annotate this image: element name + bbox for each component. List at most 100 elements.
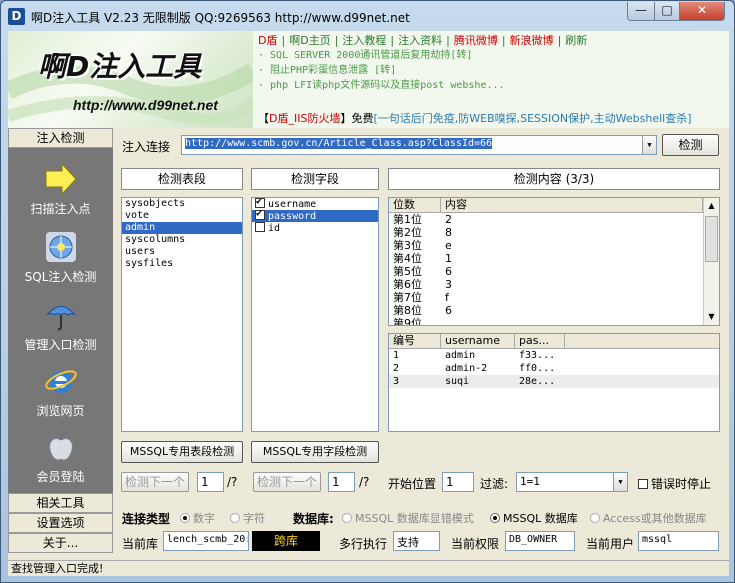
conn-type-label: 连接类型 [122, 512, 171, 526]
banner-nav-link[interactable]: 腾讯微博 [454, 34, 498, 47]
radio-icon[interactable] [230, 513, 240, 523]
table-cell: 1 [445, 252, 452, 265]
checkbox-icon[interactable] [255, 208, 265, 220]
scroll-thumb[interactable] [705, 216, 718, 262]
conn-type-string[interactable]: 字符 [230, 510, 265, 526]
column-header[interactable]: pas... [515, 334, 565, 348]
banner-nav-link[interactable]: 注入教程 [342, 34, 386, 47]
banner-nav-link[interactable]: 刷新 [565, 34, 587, 47]
news-link[interactable]: · 阻止PHP彩蛋信息泄露 [转] [258, 63, 728, 78]
checkbox-icon[interactable] [255, 196, 265, 208]
field-list-item[interactable]: id [252, 222, 378, 234]
table-list-item[interactable]: admin [122, 222, 242, 234]
filter-select[interactable]: 1=1 ▼ [516, 472, 628, 492]
sidebar-item-scan[interactable]: 扫描注入点 [8, 162, 113, 217]
logo-url[interactable]: http://www.d99net.net [73, 97, 218, 113]
sidebar-item-browse[interactable]: 浏览网页 [8, 364, 113, 419]
radio-icon[interactable] [490, 513, 500, 523]
news-link[interactable]: · SQL SERVER 2000通讯管道后复用劫持[转] [258, 48, 728, 63]
checkbox-icon[interactable] [255, 222, 265, 232]
banner-links: D盾 | 啊D主页 | 注入教程 | 注入资料 | 腾讯微博 | 新浪微博 | 刷新 · SQL SER… [258, 33, 728, 93]
cross-db-button[interactable]: 跨库 [252, 531, 320, 551]
minimize-button[interactable]: — [627, 2, 655, 21]
tables-list[interactable]: sysobjects vote admin syscolumns users sysfil… [121, 197, 243, 432]
fields-list[interactable]: usernamepasswordid [251, 196, 379, 432]
table-row[interactable]: 第1位 2 [389, 213, 719, 226]
detect-next-fields-button[interactable]: 检测下一个 [253, 472, 321, 492]
current-user-field[interactable]: mssql [638, 531, 719, 551]
db-option-mssql[interactable]: MSSQL 数据库 [490, 510, 578, 526]
radio-icon[interactable] [590, 513, 600, 523]
start-position-input[interactable]: 1 [442, 472, 474, 492]
radio-icon[interactable] [342, 513, 352, 523]
table-row[interactable]: 第6位 3 [389, 278, 719, 291]
table-row[interactable]: 第3位 e [389, 239, 719, 252]
scroll-down-icon[interactable]: ▼ [704, 309, 719, 325]
chevron-down-icon[interactable]: ▼ [642, 136, 656, 154]
sidebar-item-login[interactable]: 会员登陆 [8, 430, 113, 485]
mssql-table-button[interactable]: MSSQL专用表段检测 [121, 441, 243, 463]
table-row[interactable]: 第7位 f [389, 291, 719, 304]
banner-nav-link[interactable]: 注入资料 [398, 34, 442, 47]
position-grid[interactable]: 位数 内容 第1位 2 第2位 8 第3位 e 第4位 1 第5位 6 第6位 3 第7位 f 第8位 6 第9位… [388, 197, 720, 326]
scroll-up-icon[interactable]: ▲ [704, 198, 719, 214]
column-header[interactable]: 内容 [441, 198, 703, 212]
tab-inject-detect[interactable]: 注入检测 [8, 128, 113, 148]
promo-desc[interactable]: [一句话后门免疫,防WEB嗅探,SESSION保护,主动Webshell查杀] [373, 112, 691, 125]
detect-button[interactable]: 检测 [662, 134, 719, 156]
detect-next-tables-button[interactable]: 检测下一个 [121, 472, 189, 492]
close-button[interactable]: ✕ [679, 2, 725, 21]
table-row[interactable]: 第4位 1 [389, 252, 719, 265]
next-fields-count[interactable]: 1 [328, 472, 355, 492]
maximize-button[interactable]: □ [654, 2, 680, 21]
tab-related-tools[interactable]: 相关工具 [8, 493, 113, 513]
db-option-mssql-error[interactable]: MSSQL 数据库显错模式 [342, 510, 474, 526]
table-row[interactable]: 第5位 6 [389, 265, 719, 278]
table-list-item[interactable]: syscolumns [122, 234, 242, 246]
nav-separator: | [281, 34, 286, 47]
next-fields-suffix: /? [359, 475, 370, 489]
permission-field[interactable]: DB_OWNER [505, 531, 575, 551]
checkbox-icon[interactable] [638, 479, 648, 489]
table-row[interactable]: 第8位 6 [389, 304, 719, 317]
table-list-item[interactable]: users [122, 246, 242, 258]
db-option-access[interactable]: Access或其他数据库 [590, 510, 707, 526]
mssql-field-button[interactable]: MSSQL专用字段检测 [251, 441, 379, 463]
table-row[interactable]: 第2位 8 [389, 226, 719, 239]
stop-on-error-checkbox[interactable]: 错误时停止 [638, 475, 711, 492]
promo-product[interactable]: D盾_IIS防火墙 [269, 112, 340, 125]
chevron-down-icon[interactable]: ▼ [613, 473, 627, 491]
results-grid[interactable]: 编号 username pas... 1 admin f33... 2 admin-2 ff0.… [388, 333, 720, 432]
multi-exec-field[interactable]: 支持 [393, 531, 440, 551]
tab-settings[interactable]: 设置选项 [8, 513, 113, 533]
table-list-item[interactable]: sysobjects [122, 198, 242, 210]
table-list-item[interactable]: vote [122, 210, 242, 222]
field-list-item[interactable]: password [252, 208, 378, 222]
column-header[interactable]: 编号 [389, 334, 441, 348]
title-bar[interactable]: D 啊D注入工具 V2.23 无限制版 QQ:9269563 http://ww… [1, 1, 734, 31]
field-list-item[interactable]: username [252, 196, 378, 210]
banner-nav-link[interactable]: D盾 [258, 34, 277, 47]
banner-nav-link[interactable]: 啊D主页 [289, 34, 330, 47]
sidebar-item-admin[interactable]: 管理入口检测 [8, 298, 113, 353]
table-row[interactable]: 1 admin f33... [389, 349, 719, 362]
sidebar-item-sql[interactable]: SQL注入检测 [8, 230, 113, 285]
news-link[interactable]: · php LFI读php文件源码以及直接post webshe... [258, 78, 728, 93]
position-grid-scrollbar[interactable]: ▲ ▼ [703, 198, 719, 325]
promo-line[interactable]: 【D盾_IIS防火墙】免费[一句话后门免疫,防WEB嗅探,SESSION保护,主… [258, 110, 692, 126]
table-cell: e [445, 239, 452, 252]
tab-about[interactable]: 关于... [8, 533, 113, 553]
table-cell: 第5位 [393, 265, 422, 278]
column-header[interactable]: username [441, 334, 515, 348]
table-row[interactable]: 2 admin-2 ff0... [389, 362, 719, 375]
current-db-field[interactable]: lench_scmb_20: [163, 531, 249, 551]
table-row[interactable]: 3 suqi 28e... [389, 375, 719, 388]
banner-nav-link[interactable]: 新浪微博 [510, 34, 554, 47]
column-header[interactable]: 位数 [389, 198, 441, 212]
radio-icon[interactable] [180, 513, 190, 523]
table-row[interactable]: 第9位 [389, 317, 719, 325]
table-list-item[interactable]: sysfiles [122, 258, 242, 270]
inject-url-input[interactable]: http://www.scmb.gov.cn/Article_Class.asp… [181, 135, 657, 155]
next-tables-count[interactable]: 1 [197, 472, 224, 492]
conn-type-number[interactable]: 数字 [180, 510, 215, 526]
